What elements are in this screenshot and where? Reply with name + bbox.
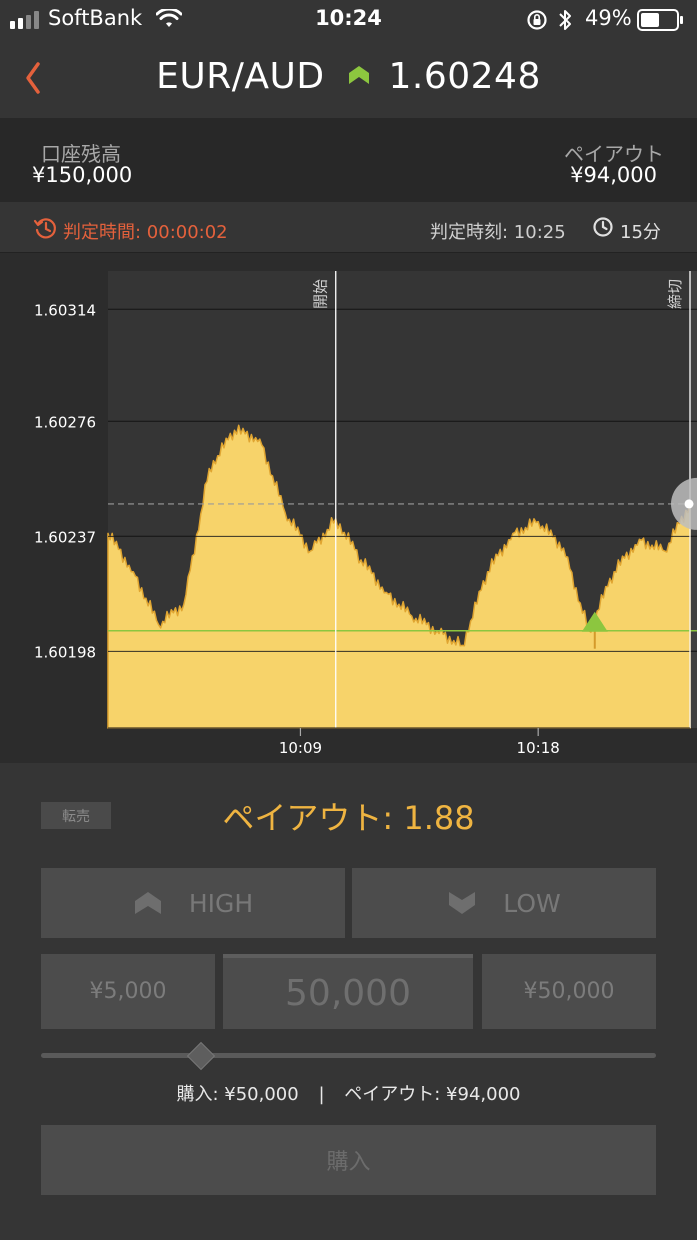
high-button[interactable]: HIGH [41,868,345,938]
slider-track [41,1053,656,1058]
y-tick-label: 1.60198 [34,643,96,661]
amount-max-button[interactable]: ¥50,000 [482,954,656,1029]
low-button[interactable]: LOW [352,868,656,938]
amount-value: 50,000 [285,973,411,1014]
judge-time-label: 判定時刻: 10:25 [430,222,566,243]
balance-value: ¥150,000 [32,163,133,187]
account-summary: 口座残高 ¥150,000 ペイアウト ¥94,000 [0,118,697,202]
payout-value: ¥94,000 [570,163,657,187]
rate-up-icon [348,66,369,84]
pair-header: EUR/AUD 1.60248 [0,56,697,97]
amount-field[interactable]: 50,000 [223,954,473,1029]
amount-max-label: ¥50,000 [523,979,615,1004]
current-price-dot [684,499,694,509]
arrow-down-icon [449,892,476,914]
chart-svg: 1.60314 1.60276 1.60237 1.60198 開始 締切 10:09 10:… [34,271,697,757]
buy-button[interactable]: 購入 [41,1125,656,1195]
pair-name: EUR/AUD [156,56,325,97]
summary-payout: ペイアウト: ¥94,000 [344,1084,521,1105]
status-bar: SoftBank 10:24 49% [0,0,697,40]
trade-summary: 購入: ¥50,000 | ペイアウト: ¥94,000 [0,1080,697,1106]
high-label: HIGH [188,888,254,918]
current-rate: 1.60248 [388,56,541,97]
slider-thumb[interactable] [186,1041,216,1071]
timer-row: 判定時間: 00:00:02 判定時刻: 10:25 15分 [0,202,697,253]
amount-min-button[interactable]: ¥5,000 [41,954,215,1029]
buy-label: 購入 [326,1150,371,1175]
battery-percent: 49% [585,6,632,30]
nav-bar: EUR/AUD 1.60248 [0,40,697,118]
arrow-up-icon [134,892,161,914]
y-tick-label: 1.60276 [34,413,96,431]
marker-label: 開始 [312,279,330,309]
summary-separator: | [318,1084,325,1105]
x-tick-label: 10:18 [517,739,560,757]
low-label: LOW [503,888,561,918]
x-tick-label: 10:09 [279,739,322,757]
bluetooth-icon [558,8,572,36]
battery-icon [637,9,685,35]
rotation-lock-icon [526,9,548,35]
y-tick-label: 1.60314 [34,301,96,319]
clock-icon [592,216,614,242]
summary-purchase: 購入: ¥50,000 [176,1084,299,1105]
price-chart: 1.60314 1.60276 1.60237 1.60198 開始 締切 10:09 10:… [0,253,697,763]
countdown-label: 判定時間: 00:00:02 [63,222,228,243]
amount-slider[interactable] [41,1041,656,1071]
marker-label: 締切 [666,279,684,309]
y-tick-label: 1.60237 [34,528,96,546]
payout-rate: ペイアウト: 1.88 [222,799,475,837]
duration-label: 15分 [620,222,661,243]
amount-min-label: ¥5,000 [89,979,167,1004]
history-icon [33,216,57,244]
